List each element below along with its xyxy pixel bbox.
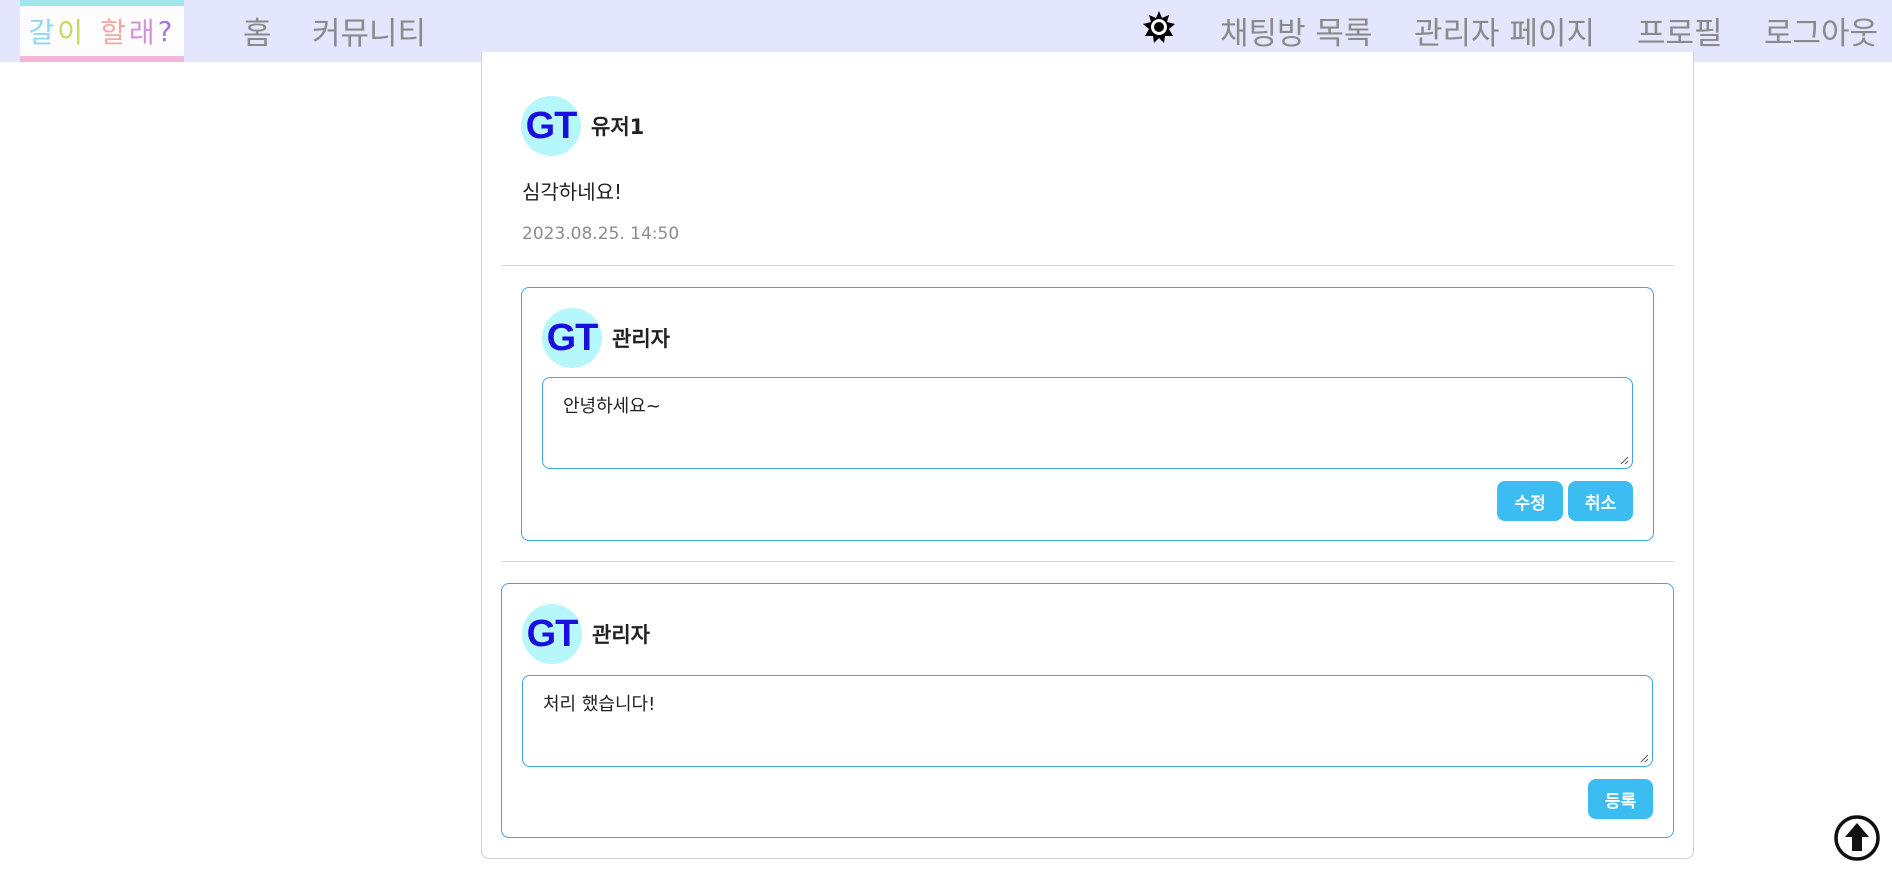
logo-char: 할	[100, 16, 129, 49]
logo-char: 래	[128, 16, 158, 49]
resize-grip-icon[interactable]	[1639, 753, 1649, 763]
avatar: GT	[522, 604, 582, 664]
cancel-button[interactable]: 취소	[1568, 481, 1633, 521]
comment-author: 유저1	[591, 115, 645, 139]
comment-card: GT 유저1 심각하네요! 2023.08.25. 14:50 GT 관리자 안…	[481, 52, 1694, 859]
nav-logout-link[interactable]: 로그아웃	[1764, 8, 1878, 53]
edit-reply-value: 안녕하세요~	[563, 396, 661, 417]
reply-author: 관리자	[592, 623, 650, 647]
divider	[501, 561, 1674, 562]
logo-char: 갈	[28, 16, 58, 49]
nav-profile-link[interactable]: 프로필	[1637, 8, 1723, 53]
divider	[501, 265, 1674, 266]
nav-home-link[interactable]: 홈	[243, 8, 272, 53]
site-logo[interactable]: 갈 이 할 래 ?	[20, 0, 184, 62]
edit-reply-textarea[interactable]: 안녕하세요~	[542, 377, 1633, 469]
edit-reply-box: GT 관리자 안녕하세요~ 수정 취소	[521, 287, 1654, 541]
edit-button[interactable]: 수정	[1497, 481, 1563, 521]
nav-chat-list-link[interactable]: 채팅방 목록	[1220, 8, 1372, 53]
comment-timestamp: 2023.08.25. 14:50	[522, 224, 680, 244]
new-reply-textarea[interactable]: 처리 했습니다!	[522, 675, 1653, 767]
nav-admin-page-link[interactable]: 관리자 페이지	[1414, 8, 1595, 53]
submit-button[interactable]: 등록	[1588, 779, 1653, 819]
avatar: GT	[521, 96, 581, 156]
arrow-up-circle-icon[interactable]	[1833, 814, 1881, 862]
new-reply-value: 처리 했습니다!	[543, 694, 656, 715]
resize-grip-icon[interactable]	[1619, 455, 1629, 465]
avatar: GT	[542, 308, 602, 368]
logo-char: 이	[57, 16, 87, 49]
reply-author: 관리자	[612, 327, 670, 351]
nav-community-link[interactable]: 커뮤니티	[312, 8, 426, 53]
new-reply-box: GT 관리자 처리 했습니다! 등록	[501, 583, 1674, 838]
logo-char: ?	[157, 14, 176, 48]
sun-icon[interactable]	[1142, 10, 1176, 44]
comment-text: 심각하네요!	[522, 180, 623, 204]
